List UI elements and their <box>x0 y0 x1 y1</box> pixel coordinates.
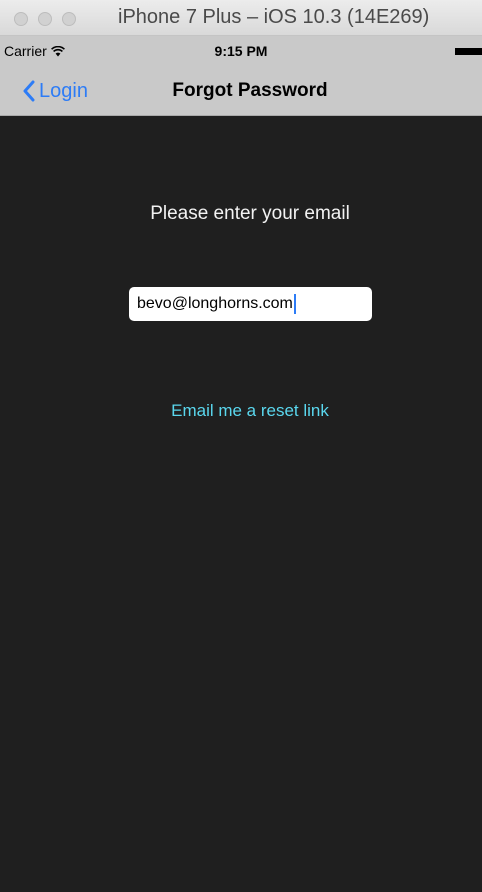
window-close-button[interactable] <box>14 12 28 26</box>
navigation-bar: Login Forgot Password <box>0 66 482 116</box>
window-title: iPhone 7 Plus – iOS 10.3 (14E269) <box>118 6 430 28</box>
status-time: 9:15 PM <box>214 43 268 59</box>
battery-icon <box>455 48 482 55</box>
email-field-value: bevo@longhorns.com <box>137 295 293 312</box>
page-title: Forgot Password <box>172 80 328 101</box>
text-caret <box>293 294 296 314</box>
email-field[interactable]: bevo@longhorns.com <box>129 287 372 321</box>
email-reset-link-button[interactable]: Email me a reset link <box>0 401 482 421</box>
window-minimize-button[interactable] <box>38 12 52 26</box>
status-bar: Carrier 9:15 PM <box>0 36 482 66</box>
window-titlebar: iPhone 7 Plus – iOS 10.3 (14E269) <box>0 0 482 36</box>
window-zoom-button[interactable] <box>62 12 76 26</box>
email-prompt-label: Please enter your email <box>150 203 350 224</box>
